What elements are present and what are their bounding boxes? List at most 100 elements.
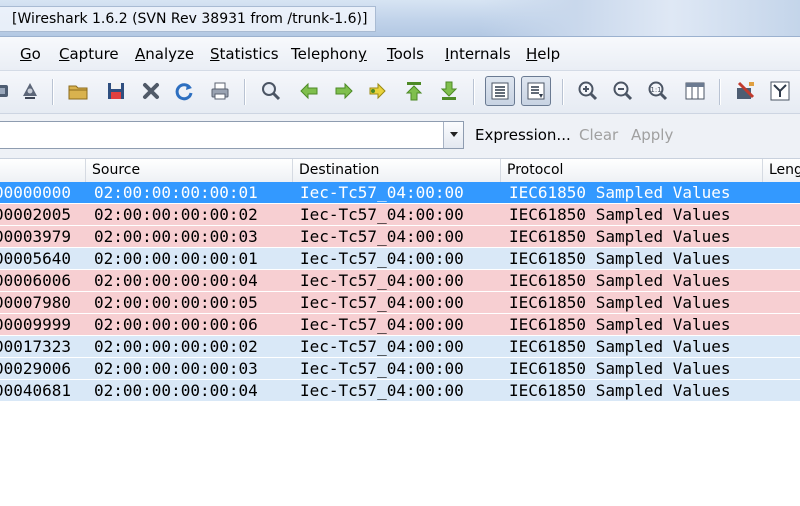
packet-cell-protocol: IEC61850 Sampled Values	[509, 381, 731, 400]
expression-button[interactable]: Expression...	[475, 126, 571, 144]
menu-bar: Go Capture Analyze Statistics Telephony …	[0, 37, 800, 71]
packet-row[interactable]: 00005640 02:00:00:00:00:01 Iec-Tc57_04:0…	[0, 248, 800, 269]
packet-cell-destination: Iec-Tc57_04:00:00	[300, 359, 464, 378]
menu-telephony[interactable]: Telephony	[291, 45, 367, 63]
zoom-out-icon[interactable]	[611, 79, 635, 103]
packet-cell-source: 02:00:00:00:00:01	[94, 249, 258, 268]
packet-cell-no: 00003979	[0, 227, 72, 246]
packet-cell-no: 00006006	[0, 271, 72, 290]
packet-cell-no: 00000000	[0, 183, 72, 202]
resize-columns-icon[interactable]	[683, 79, 707, 103]
capture-filters-icon[interactable]	[733, 79, 757, 103]
first-packet-icon[interactable]	[402, 79, 426, 103]
save-file-icon[interactable]	[104, 79, 128, 103]
packet-row[interactable]: 00000000 02:00:00:00:00:01 Iec-Tc57_04:0…	[0, 182, 800, 203]
packet-cell-destination: Iec-Tc57_04:00:00	[300, 315, 464, 334]
auto-scroll-icon[interactable]	[521, 76, 551, 106]
packet-row[interactable]: 00009999 02:00:00:00:00:06 Iec-Tc57_04:0…	[0, 314, 800, 335]
packet-cell-protocol: IEC61850 Sampled Values	[509, 271, 731, 290]
packet-cell-no: 00029006	[0, 359, 72, 378]
normal-size-icon[interactable]: 1:1	[646, 79, 670, 103]
print-icon[interactable]	[208, 79, 232, 103]
packet-cell-no: 00017323	[0, 337, 72, 356]
packet-cell-destination: Iec-Tc57_04:00:00	[300, 227, 464, 246]
menu-analyze[interactable]: Analyze	[135, 45, 194, 63]
apply-button[interactable]: Apply	[631, 126, 673, 144]
title-bar-glass	[480, 0, 800, 36]
packet-cell-no: 00002005	[0, 205, 72, 224]
packet-cell-protocol: IEC61850 Sampled Values	[509, 315, 731, 334]
reload-icon[interactable]	[172, 79, 196, 103]
find-packet-icon[interactable]	[259, 79, 283, 103]
packet-cell-source: 02:00:00:00:00:02	[94, 205, 258, 224]
packet-cell-protocol: IEC61850 Sampled Values	[509, 337, 731, 356]
column-header-protocol[interactable]: Protocol	[501, 159, 763, 182]
menu-internals[interactable]: Internals	[445, 45, 511, 63]
menu-statistics[interactable]: Statistics	[210, 45, 279, 63]
column-header-destination[interactable]: Destination	[293, 159, 501, 182]
go-back-icon[interactable]	[297, 79, 321, 103]
packet-cell-no: 00007980	[0, 293, 72, 312]
zoom-in-icon[interactable]	[576, 79, 600, 103]
colorize-icon[interactable]	[485, 76, 515, 106]
window-title: [Wireshark 1.6.2 (SVN Rev 38931 from /tr…	[0, 6, 377, 32]
filter-dropdown-button[interactable]	[443, 122, 463, 148]
display-filters-icon[interactable]	[768, 79, 792, 103]
column-header-length[interactable]: Leng	[763, 159, 800, 182]
packet-cell-source: 02:00:00:00:00:03	[94, 227, 258, 246]
packet-cell-destination: Iec-Tc57_04:00:00	[300, 293, 464, 312]
packet-cell-no: 00040681	[0, 381, 72, 400]
packet-row[interactable]: 00007980 02:00:00:00:00:05 Iec-Tc57_04:0…	[0, 292, 800, 313]
packet-list-header: Source Destination Protocol Leng	[0, 159, 800, 183]
stop-capture-icon[interactable]	[18, 79, 42, 103]
toolbar-separator	[52, 79, 53, 105]
packet-cell-destination: Iec-Tc57_04:00:00	[300, 381, 464, 400]
chevron-down-icon	[449, 132, 458, 137]
close-file-icon[interactable]	[139, 79, 163, 103]
toolbar-separator	[719, 79, 720, 105]
packet-cell-protocol: IEC61850 Sampled Values	[509, 227, 731, 246]
toolbar-separator	[473, 79, 474, 105]
svg-text:1:1: 1:1	[650, 86, 661, 94]
toolbar-separator	[562, 79, 563, 105]
packet-cell-no: 00005640	[0, 249, 72, 268]
packet-row[interactable]: 00002005 02:00:00:00:00:02 Iec-Tc57_04:0…	[0, 204, 800, 225]
clear-button[interactable]: Clear	[579, 126, 618, 144]
column-header-no[interactable]	[0, 159, 86, 182]
packet-cell-source: 02:00:00:00:00:04	[94, 271, 258, 290]
packet-cell-destination: Iec-Tc57_04:00:00	[300, 205, 464, 224]
packet-row[interactable]: 00006006 02:00:00:00:00:04 Iec-Tc57_04:0…	[0, 270, 800, 291]
packet-row[interactable]: 00029006 02:00:00:00:00:03 Iec-Tc57_04:0…	[0, 358, 800, 379]
title-bar: [Wireshark 1.6.2 (SVN Rev 38931 from /tr…	[0, 0, 800, 37]
packet-cell-source: 02:00:00:00:00:01	[94, 183, 258, 202]
go-to-packet-icon[interactable]	[366, 79, 390, 103]
packet-cell-source: 02:00:00:00:00:04	[94, 381, 258, 400]
packet-cell-destination: Iec-Tc57_04:00:00	[300, 271, 464, 290]
last-packet-icon[interactable]	[437, 79, 461, 103]
packet-cell-source: 02:00:00:00:00:05	[94, 293, 258, 312]
toolbar-separator	[244, 79, 245, 105]
filter-toolbar: Expression... Clear Apply	[0, 114, 800, 159]
menu-go[interactable]: Go	[20, 45, 41, 63]
go-forward-icon[interactable]	[332, 79, 356, 103]
capture-options-icon[interactable]	[0, 79, 12, 103]
menu-tools[interactable]: Tools	[387, 45, 424, 63]
packet-cell-no: 00009999	[0, 315, 72, 334]
packet-cell-destination: Iec-Tc57_04:00:00	[300, 249, 464, 268]
packet-cell-protocol: IEC61850 Sampled Values	[509, 183, 731, 202]
main-toolbar: 1:1	[0, 71, 800, 114]
display-filter-input[interactable]	[0, 121, 464, 149]
packet-cell-protocol: IEC61850 Sampled Values	[509, 205, 731, 224]
open-file-icon[interactable]	[66, 79, 90, 103]
packet-row[interactable]: 00040681 02:00:00:00:00:04 Iec-Tc57_04:0…	[0, 380, 800, 401]
packet-cell-destination: Iec-Tc57_04:00:00	[300, 183, 464, 202]
packet-cell-protocol: IEC61850 Sampled Values	[509, 293, 731, 312]
packet-row[interactable]: 00003979 02:00:00:00:00:03 Iec-Tc57_04:0…	[0, 226, 800, 247]
column-header-source[interactable]: Source	[86, 159, 293, 182]
packet-row[interactable]: 00017323 02:00:00:00:00:02 Iec-Tc57_04:0…	[0, 336, 800, 357]
packet-cell-source: 02:00:00:00:00:02	[94, 337, 258, 356]
menu-capture[interactable]: Capture	[59, 45, 119, 63]
packet-cell-destination: Iec-Tc57_04:00:00	[300, 337, 464, 356]
packet-cell-source: 02:00:00:00:00:06	[94, 315, 258, 334]
menu-help[interactable]: Help	[526, 45, 560, 63]
